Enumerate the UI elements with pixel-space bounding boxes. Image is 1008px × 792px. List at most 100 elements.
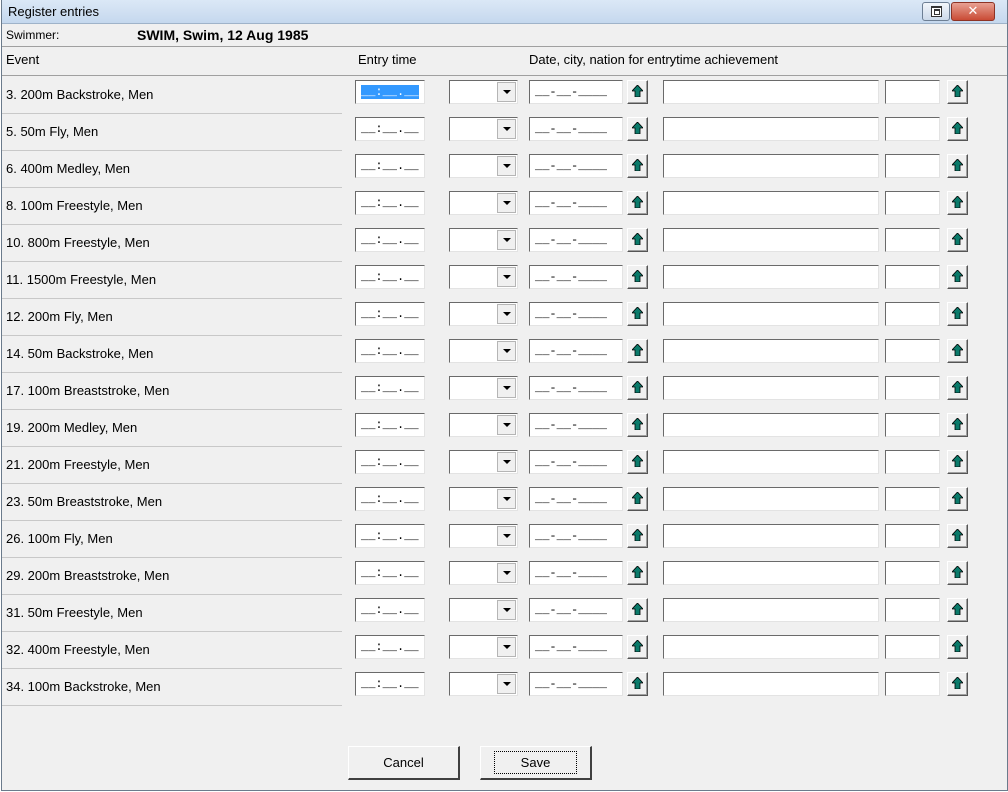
- title-bar[interactable]: Register entries ✕: [2, 0, 1007, 24]
- copy-city-nation-up-button[interactable]: [947, 154, 968, 178]
- achievement-date-input[interactable]: __-__-____: [529, 524, 623, 548]
- entry-time-input[interactable]: __:__.__: [355, 524, 425, 548]
- entry-time-input[interactable]: __:__.__: [355, 672, 425, 696]
- achievement-nation-input[interactable]: [885, 228, 940, 252]
- achievement-city-input[interactable]: [663, 339, 879, 363]
- course-select[interactable]: [449, 154, 518, 178]
- copy-city-nation-up-button[interactable]: [947, 561, 968, 585]
- achievement-city-input[interactable]: [663, 598, 879, 622]
- achievement-city-input[interactable]: [663, 413, 879, 437]
- course-select[interactable]: [449, 80, 518, 104]
- course-dropdown-button[interactable]: [497, 378, 516, 398]
- achievement-city-input[interactable]: [663, 191, 879, 215]
- achievement-date-input[interactable]: __-__-____: [529, 561, 623, 585]
- copy-city-nation-up-button[interactable]: [947, 265, 968, 289]
- course-select[interactable]: [449, 376, 518, 400]
- achievement-date-input[interactable]: __-__-____: [529, 635, 623, 659]
- achievement-nation-input[interactable]: [885, 154, 940, 178]
- copy-date-up-button[interactable]: [627, 154, 648, 178]
- copy-date-up-button[interactable]: [627, 339, 648, 363]
- achievement-city-input[interactable]: [663, 376, 879, 400]
- copy-city-nation-up-button[interactable]: [947, 191, 968, 215]
- achievement-city-input[interactable]: [663, 524, 879, 548]
- course-dropdown-button[interactable]: [497, 230, 516, 250]
- achievement-city-input[interactable]: [663, 228, 879, 252]
- copy-date-up-button[interactable]: [627, 487, 648, 511]
- entry-time-input[interactable]: __:__.__: [355, 191, 425, 215]
- achievement-city-input[interactable]: [663, 117, 879, 141]
- achievement-nation-input[interactable]: [885, 598, 940, 622]
- course-dropdown-button[interactable]: [497, 674, 516, 694]
- course-select[interactable]: [449, 228, 518, 252]
- copy-date-up-button[interactable]: [627, 524, 648, 548]
- entry-time-input[interactable]: __:__.__: [355, 265, 425, 289]
- achievement-nation-input[interactable]: [885, 376, 940, 400]
- achievement-date-input[interactable]: __-__-____: [529, 413, 623, 437]
- copy-date-up-button[interactable]: [627, 191, 648, 215]
- achievement-nation-input[interactable]: [885, 191, 940, 215]
- achievement-date-input[interactable]: __-__-____: [529, 302, 623, 326]
- course-dropdown-button[interactable]: [497, 341, 516, 361]
- copy-city-nation-up-button[interactable]: [947, 635, 968, 659]
- copy-date-up-button[interactable]: [627, 635, 648, 659]
- achievement-date-input[interactable]: __-__-____: [529, 80, 623, 104]
- copy-date-up-button[interactable]: [627, 228, 648, 252]
- course-dropdown-button[interactable]: [497, 82, 516, 102]
- achievement-nation-input[interactable]: [885, 80, 940, 104]
- entry-time-input[interactable]: __:__.__: [355, 376, 425, 400]
- achievement-city-input[interactable]: [663, 635, 879, 659]
- copy-city-nation-up-button[interactable]: [947, 302, 968, 326]
- achievement-date-input[interactable]: __-__-____: [529, 376, 623, 400]
- entry-time-input[interactable]: __:__.__: [355, 228, 425, 252]
- copy-city-nation-up-button[interactable]: [947, 228, 968, 252]
- course-select[interactable]: [449, 413, 518, 437]
- course-select[interactable]: [449, 117, 518, 141]
- achievement-nation-input[interactable]: [885, 672, 940, 696]
- achievement-nation-input[interactable]: [885, 635, 940, 659]
- course-dropdown-button[interactable]: [497, 156, 516, 176]
- achievement-nation-input[interactable]: [885, 487, 940, 511]
- course-select[interactable]: [449, 524, 518, 548]
- entry-time-input[interactable]: __:__.__: [355, 487, 425, 511]
- course-select[interactable]: [449, 598, 518, 622]
- entry-time-input[interactable]: __:__.__: [355, 302, 425, 326]
- achievement-nation-input[interactable]: [885, 413, 940, 437]
- course-select[interactable]: [449, 487, 518, 511]
- entry-time-input[interactable]: __:__.__: [355, 598, 425, 622]
- close-button[interactable]: ✕: [951, 2, 995, 21]
- achievement-nation-input[interactable]: [885, 450, 940, 474]
- copy-city-nation-up-button[interactable]: [947, 376, 968, 400]
- achievement-date-input[interactable]: __-__-____: [529, 339, 623, 363]
- achievement-nation-input[interactable]: [885, 302, 940, 326]
- copy-city-nation-up-button[interactable]: [947, 524, 968, 548]
- achievement-date-input[interactable]: __-__-____: [529, 228, 623, 252]
- course-dropdown-button[interactable]: [497, 563, 516, 583]
- achievement-nation-input[interactable]: [885, 265, 940, 289]
- cancel-button[interactable]: Cancel: [348, 746, 460, 780]
- entry-time-input[interactable]: __:__.__: [355, 154, 425, 178]
- course-dropdown-button[interactable]: [497, 193, 516, 213]
- achievement-date-input[interactable]: __-__-____: [529, 265, 623, 289]
- course-select[interactable]: [449, 339, 518, 363]
- achievement-city-input[interactable]: [663, 302, 879, 326]
- copy-date-up-button[interactable]: [627, 672, 648, 696]
- entry-time-input[interactable]: __:__.__: [355, 561, 425, 585]
- copy-date-up-button[interactable]: [627, 450, 648, 474]
- entry-time-input[interactable]: __:__.__: [355, 80, 425, 104]
- course-dropdown-button[interactable]: [497, 452, 516, 472]
- achievement-city-input[interactable]: [663, 154, 879, 178]
- achievement-city-input[interactable]: [663, 672, 879, 696]
- achievement-date-input[interactable]: __-__-____: [529, 487, 623, 511]
- achievement-city-input[interactable]: [663, 80, 879, 104]
- copy-city-nation-up-button[interactable]: [947, 598, 968, 622]
- entry-time-input[interactable]: __:__.__: [355, 339, 425, 363]
- course-dropdown-button[interactable]: [497, 304, 516, 324]
- entry-time-input[interactable]: __:__.__: [355, 117, 425, 141]
- achievement-date-input[interactable]: __-__-____: [529, 154, 623, 178]
- course-select[interactable]: [449, 302, 518, 326]
- achievement-nation-input[interactable]: [885, 117, 940, 141]
- save-button[interactable]: Save: [480, 746, 592, 780]
- course-select[interactable]: [449, 265, 518, 289]
- course-select[interactable]: [449, 191, 518, 215]
- copy-date-up-button[interactable]: [627, 117, 648, 141]
